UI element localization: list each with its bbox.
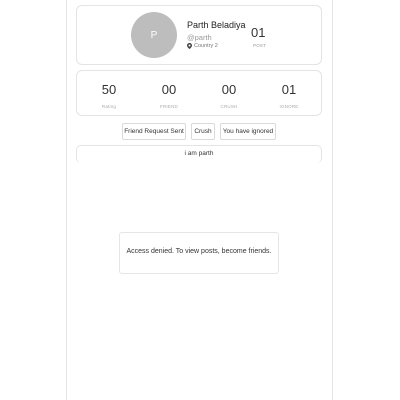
profile-location: Country 2 (187, 43, 218, 49)
stat-rating-label: Rating (101, 104, 117, 109)
stat-crush-label: CRUSH (220, 104, 238, 109)
profile-name: Parth Beladiya (187, 20, 246, 30)
location-text: Country 2 (194, 43, 218, 49)
stat-rating-value: 50 (101, 82, 117, 97)
avatar-initial: P (150, 29, 158, 41)
friend-request-sent-button[interactable]: Friend Request Sent (122, 123, 186, 140)
map-pin-icon (187, 43, 192, 49)
post-label: POST (253, 43, 267, 48)
stat-friend-value: 00 (161, 82, 177, 97)
ignored-button[interactable]: You have ignored (220, 123, 276, 140)
avatar[interactable]: P (131, 12, 177, 58)
stat-crush-value: 00 (221, 82, 237, 97)
crush-button[interactable]: Crush (191, 123, 215, 140)
posts-access-notice-text: Access denied. To view posts, become fri… (126, 248, 272, 255)
profile-handle: @parth (187, 33, 212, 42)
post-count: 01 (251, 25, 266, 40)
stat-ignore-value: 01 (281, 82, 297, 97)
stat-friend-label: FRIEND (160, 104, 178, 109)
bio-text: i am parth (184, 150, 214, 157)
stat-ignore-label: IGNORE (279, 104, 299, 109)
